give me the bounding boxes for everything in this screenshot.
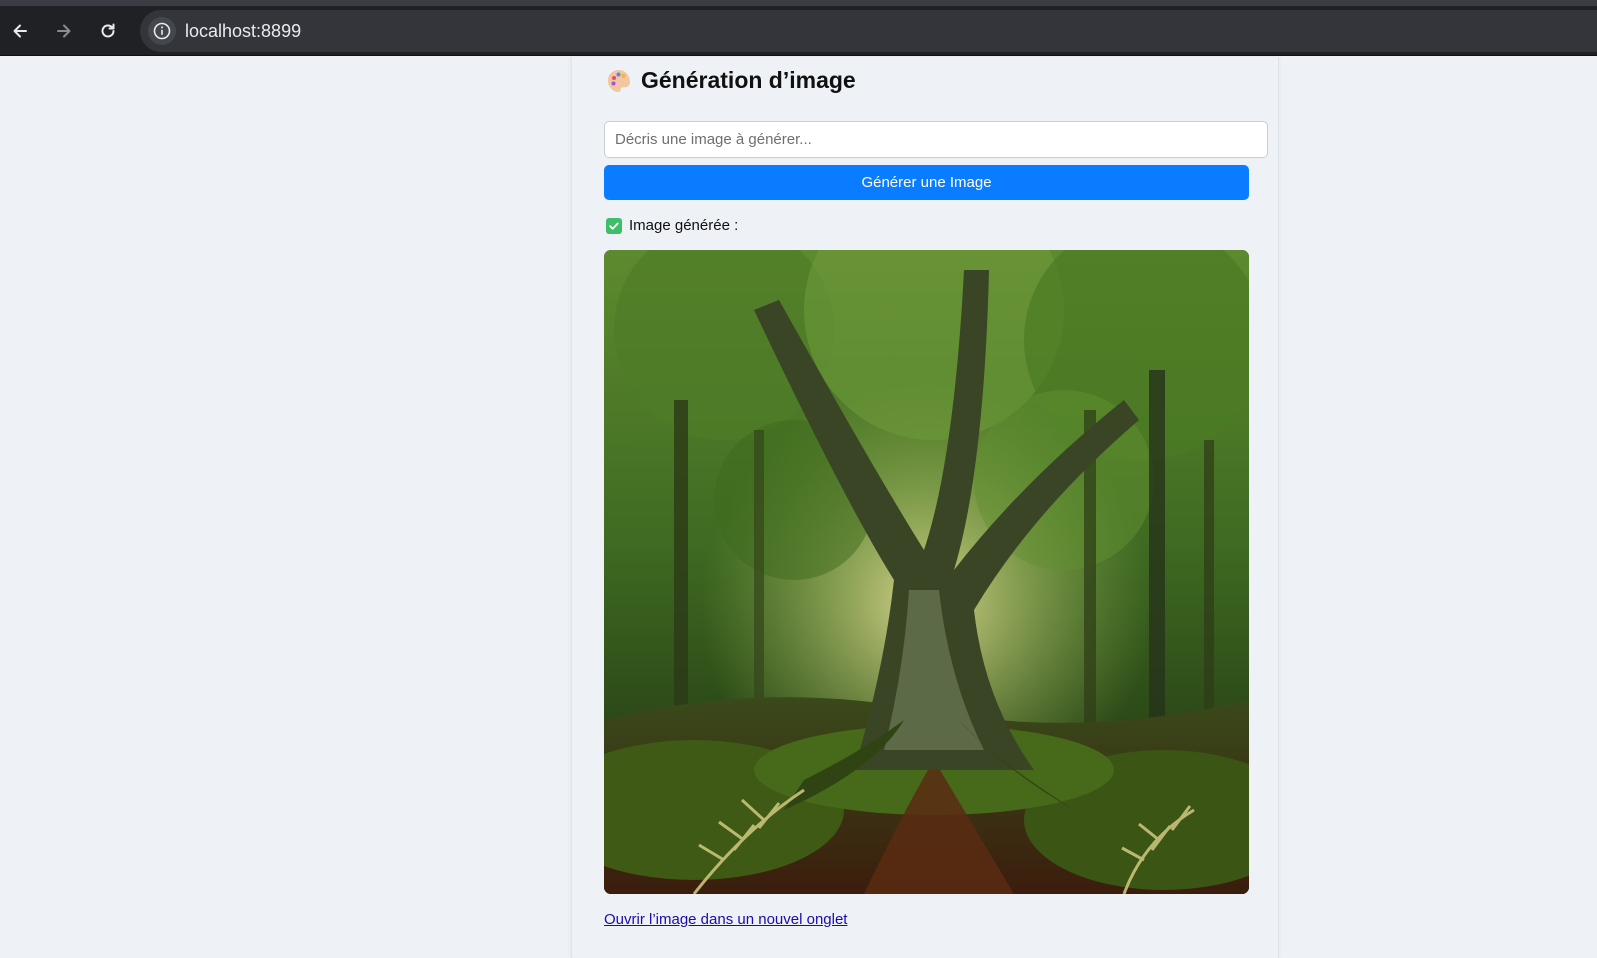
page-title-text: Génération d’image [641,67,856,93]
generate-image-button[interactable]: Générer une Image [604,165,1249,200]
forward-arrow-icon [57,24,71,38]
reload-icon [101,23,115,38]
status-text: Image générée : [629,217,739,234]
back-arrow-icon [13,24,27,38]
open-image-link[interactable]: Ouvrir l’image dans un nouvel onglet [604,911,847,928]
status-line: Image générée : [606,217,738,234]
check-box-icon [606,217,622,234]
palette-icon [608,69,630,92]
back-button[interactable] [4,15,36,47]
forward-button[interactable] [48,15,80,47]
url-text: localhost:8899 [185,21,302,41]
prompt-input[interactable] [604,121,1268,158]
page-body: Génération d’image Générer une Image Ima… [0,57,1597,958]
main-panel: Génération d’image Générer une Image Ima… [571,57,1279,958]
reload-button[interactable] [92,15,124,47]
generated-image[interactable] [604,250,1249,894]
browser-toolbar: localhost:8899 [0,6,1597,56]
address-bar[interactable]: localhost:8899 [140,10,1597,52]
info-icon [153,22,171,40]
site-info-button[interactable] [148,17,176,45]
page-title: Génération d’image [606,67,856,94]
